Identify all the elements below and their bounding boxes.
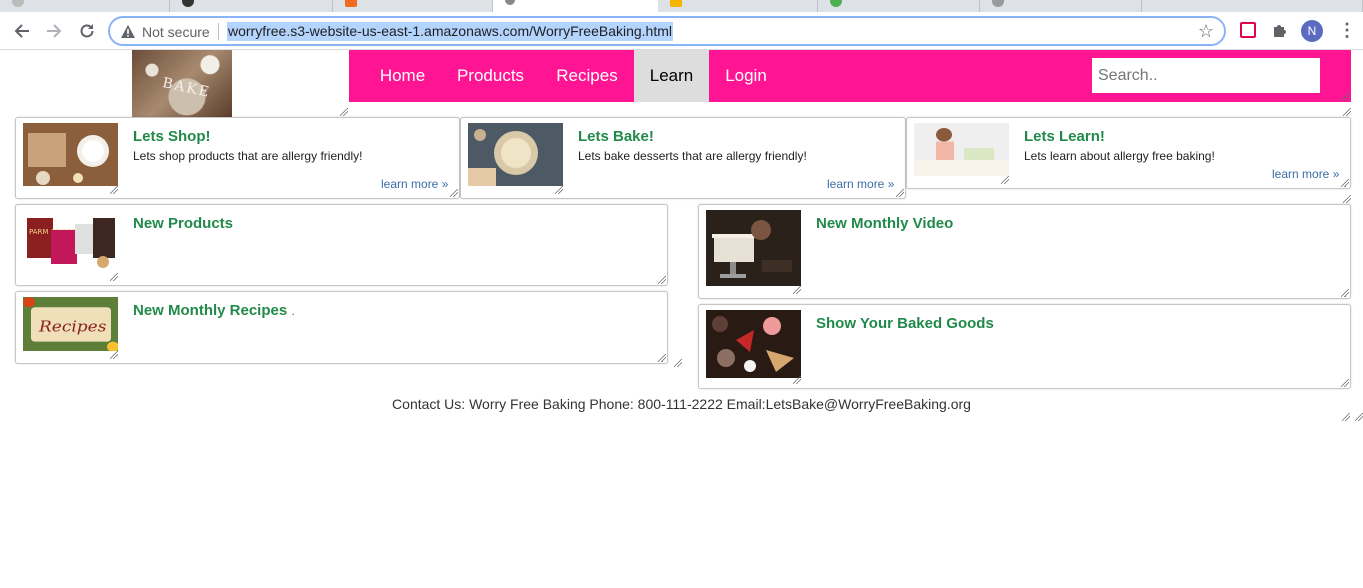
nav-recipes[interactable]: Recipes: [540, 50, 634, 102]
resize-handle[interactable]: [1342, 413, 1350, 421]
learn-more-link[interactable]: learn more »: [1272, 167, 1339, 181]
card-title[interactable]: Lets Shop!: [133, 128, 211, 145]
nav-home[interactable]: Home: [364, 50, 441, 102]
learn-thumbnail: [914, 123, 1009, 176]
card-lets-learn: Lets Learn! Lets learn about allergy fre…: [906, 117, 1351, 189]
card-title[interactable]: New Products: [133, 215, 233, 232]
resize-handle[interactable]: [1341, 93, 1349, 101]
card-description: Lets bake desserts that are allergy frie…: [578, 149, 807, 163]
forward-arrow-icon[interactable]: [43, 20, 65, 42]
resize-handle[interactable]: [793, 376, 801, 384]
card-description: Lets learn about allergy free baking!: [1024, 149, 1215, 163]
products-thumbnail: PARM CRISPS: [23, 210, 118, 273]
reload-icon[interactable]: [76, 20, 98, 42]
nav-products[interactable]: Products: [441, 50, 540, 102]
card-new-products: PARM CRISPS New Products: [15, 204, 668, 286]
card-lets-bake: Lets Bake! Lets bake desserts that are a…: [460, 117, 906, 199]
main-navbar: Home Products Recipes Learn Login: [349, 50, 1351, 102]
not-secure-label[interactable]: Not secure: [142, 24, 210, 40]
browser-tab[interactable]: [0, 0, 170, 12]
browser-tab[interactable]: [170, 0, 333, 12]
browser-tab[interactable]: [1142, 0, 1363, 12]
bookmark-star-icon[interactable]: ☆: [1198, 21, 1214, 42]
page-content: BAKE Home Products Recipes Learn Login L…: [0, 50, 1363, 588]
address-bar[interactable]: Not secure worryfree.s3-website-us-east-…: [108, 16, 1226, 46]
resize-handle[interactable]: [555, 186, 563, 194]
resize-handle[interactable]: [896, 189, 904, 197]
shop-thumbnail: [23, 123, 118, 186]
resize-handle[interactable]: [110, 351, 118, 359]
card-new-monthly-video: New Monthly Video: [698, 204, 1351, 299]
browser-tab-strip: [0, 0, 1363, 12]
card-new-monthly-recipes: Recipes New Monthly Recipes .: [15, 291, 668, 364]
card-title[interactable]: New Monthly Recipes .: [133, 302, 295, 319]
baked-goods-thumbnail: [706, 310, 801, 378]
card-title[interactable]: New Monthly Video: [816, 215, 953, 232]
recipes-thumbnail: Recipes: [23, 297, 118, 351]
resize-handle[interactable]: [1341, 179, 1349, 187]
card-show-baked-goods: Show Your Baked Goods: [698, 304, 1351, 389]
kebab-menu-icon[interactable]: ⋮: [1338, 20, 1356, 41]
card-title[interactable]: Show Your Baked Goods: [816, 315, 994, 332]
resize-handle[interactable]: [110, 273, 118, 281]
card-title-suffix: .: [291, 303, 295, 318]
nav-learn[interactable]: Learn: [634, 50, 709, 102]
warning-icon[interactable]: [120, 24, 136, 39]
learn-more-link[interactable]: learn more »: [827, 177, 894, 191]
tab-favicon-icon: [670, 0, 682, 7]
resize-handle[interactable]: [340, 108, 348, 116]
logo-flour-text: BAKE: [160, 75, 213, 101]
resize-handle[interactable]: [450, 189, 458, 197]
tab-favicon-icon: [830, 0, 842, 7]
nav-login[interactable]: Login: [709, 50, 783, 102]
resize-handle[interactable]: [1343, 195, 1351, 203]
browser-toolbar: Not secure worryfree.s3-website-us-east-…: [0, 12, 1363, 50]
aws-icon: [345, 0, 357, 7]
card-title[interactable]: Lets Learn!: [1024, 128, 1105, 145]
resize-handle[interactable]: [1343, 108, 1351, 116]
puzzle-piece-icon[interactable]: [1271, 21, 1289, 44]
card-title-text[interactable]: New Monthly Recipes: [133, 302, 287, 319]
resize-handle[interactable]: [658, 276, 666, 284]
video-thumbnail: [706, 210, 801, 286]
resize-handle[interactable]: [1355, 413, 1363, 421]
github-icon: [182, 0, 194, 7]
resize-handle[interactable]: [1341, 379, 1349, 387]
search-input[interactable]: [1092, 58, 1320, 93]
browser-tab[interactable]: [818, 0, 980, 12]
resize-handle[interactable]: [1341, 289, 1349, 297]
card-title[interactable]: Lets Bake!: [578, 128, 654, 145]
url-text[interactable]: worryfree.s3-website-us-east-1.amazonaws…: [227, 22, 673, 41]
globe-icon: [505, 0, 515, 5]
resize-handle[interactable]: [658, 354, 666, 362]
resize-handle[interactable]: [110, 186, 118, 194]
browser-tab-active[interactable]: [493, 0, 658, 12]
card-description: Lets shop products that are allergy frie…: [133, 149, 363, 163]
bake-thumbnail: [468, 123, 563, 186]
resize-handle[interactable]: [674, 359, 682, 367]
learn-more-link[interactable]: learn more »: [381, 177, 448, 191]
extension-icon[interactable]: [1240, 22, 1256, 38]
back-arrow-icon[interactable]: [11, 20, 33, 42]
card-lets-shop: Lets Shop! Lets shop products that are a…: [15, 117, 460, 199]
browser-tab[interactable]: [980, 0, 1142, 12]
site-logo: BAKE: [132, 50, 232, 117]
browser-tab[interactable]: [333, 0, 493, 12]
footer-contact: Contact Us: Worry Free Baking Phone: 800…: [392, 396, 971, 412]
browser-tab[interactable]: [658, 0, 818, 12]
profile-avatar[interactable]: N: [1301, 20, 1323, 42]
tab-favicon-icon: [12, 0, 24, 7]
globe-icon: [992, 0, 1004, 7]
resize-handle[interactable]: [793, 286, 801, 294]
omnibox-divider: [218, 23, 219, 40]
resize-handle[interactable]: [1001, 176, 1009, 184]
svg-text:Recipes: Recipes: [38, 317, 107, 334]
